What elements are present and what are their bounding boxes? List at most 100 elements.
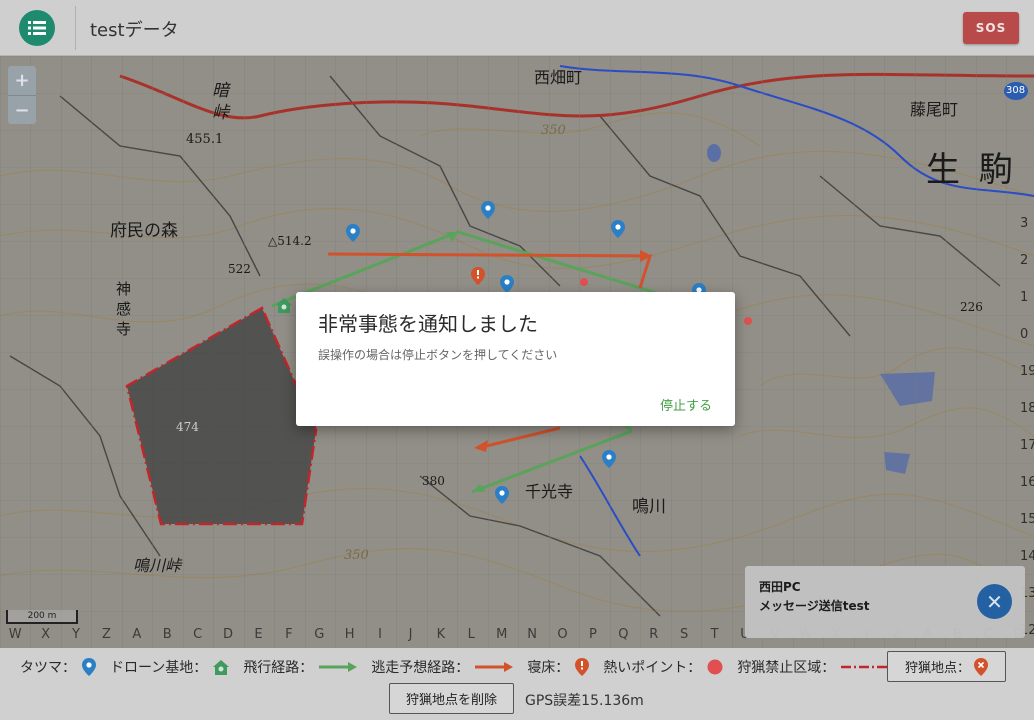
legend-tatsuma-label: タツマ： [20,660,76,676]
grid-row-number: 16 [1020,475,1034,490]
menu-button[interactable] [19,10,55,46]
grid-column-letter: W [8,627,22,642]
hunt-point-marker-icon [974,657,988,676]
legend-escape-route-label: 逃走予想経路： [371,660,470,676]
grid-column-letter: Q [618,627,629,642]
grid-column-letter: D [223,627,234,642]
place-label-jinkan-2: 感 [116,300,132,318]
legend-flight-route: 飛行経路： [243,657,358,677]
grid-row-number: 17 [1020,438,1034,453]
elevation-label: △514.2 [268,234,312,248]
bed-marker-icon [575,658,590,676]
header-divider [75,6,76,50]
elevation-label: 350 [541,123,566,138]
scale-bar: 200 m [6,610,78,624]
grid-column-letter: S [680,627,689,642]
place-label-senkoji: 千光寺 [525,482,574,501]
legend-no-hunting: 狩猟禁止区域： [737,657,894,677]
bed-marker-icon[interactable] [471,267,485,285]
stop-button[interactable]: 停止する [660,395,712,414]
grid-column-letter: L [467,627,475,642]
grid-column-letter: M [496,627,508,642]
grid-column-letter: T [710,627,719,642]
place-label-narukawa-pass: 鳴川峠 [133,556,182,575]
grid-column-letter: J [408,627,413,642]
delete-hunt-point-button[interactable]: 狩猟地点を削除 [389,683,514,714]
elevation-label: 522 [228,262,251,276]
tatsuma-marker-icon[interactable] [602,450,616,468]
legend-bed-label: 寝床： [527,660,570,676]
grid-row-number: 1 [1020,290,1029,305]
route-number-label: 308 [1006,85,1026,96]
tatsuma-marker-icon[interactable] [611,220,625,238]
grid-row-number: 0 [1020,327,1029,342]
legend-hot-point: 熱いポイント： [603,657,723,677]
zoom-control: + − [8,66,36,124]
legend-hot-point-label: 熱いポイント： [603,660,702,676]
tatsuma-marker-icon[interactable] [346,224,360,242]
grid-column-letter: K [436,627,446,642]
grid-row-number: 3 [1020,216,1029,231]
elevation-label: 474 [176,420,199,434]
hunt-point-label: 狩猟地点： [904,661,970,676]
hot-point-icon [707,659,723,675]
grid-column-letter: Z [101,627,111,642]
grid-column-letter: N [527,627,537,642]
app-title: testデータ [90,20,179,41]
grid-row-number: 19 [1020,364,1034,379]
place-label-jinkan-1: 神 [116,280,132,298]
tatsuma-marker-icon[interactable] [481,201,495,219]
elevation-label: 350 [344,548,369,563]
legend-flight-route-label: 飛行経路： [243,660,314,676]
grid-column-letter: Y [72,627,80,642]
zoom-out-button[interactable]: − [8,95,36,124]
notification-sender: 西田PC [759,580,801,594]
place-label-fumin: 府民の森 [110,221,178,241]
hot-point-marker[interactable] [744,317,752,325]
legend-drone-base-label: ドローン基地： [110,660,208,676]
grid-column-letter: G [314,627,325,642]
notification-message: メッセージ送信test [759,599,870,613]
legend-row: タツマ： ドローン基地： 飛行経路： 逃走予想経路： 寝床： 熱いポイント： 狩… [20,654,894,680]
grid-column-letter: O [557,627,568,642]
grid-column-letter: E [254,627,263,642]
grid-column-letter: C [193,627,203,642]
elevation-label: 380 [422,474,445,488]
dialog-title: 非常事態を通知しました [318,312,538,336]
drone-base-icon [213,659,230,675]
close-x-icon[interactable]: ✕ [977,584,1012,619]
place-label-jinkan-3: 寺 [116,320,132,338]
sos-button[interactable]: SOS [963,12,1019,44]
tatsuma-marker-icon[interactable] [495,486,509,504]
tatsuma-marker-icon [82,658,96,676]
place-label-ikoma: 生 駒 [926,150,1017,190]
map-legend: タツマ： ドローン基地： 飛行経路： 逃走予想経路： 寝床： 熱いポイント： 狩… [0,648,1034,720]
grid-column-letter: B [162,627,172,642]
grid-row-number: 15 [1020,512,1034,527]
list-menu-icon [28,21,46,35]
elevation-label: 455.1 [186,132,224,147]
hunt-point-button[interactable]: 狩猟地点： [887,651,1006,682]
grid-column-letter: X [41,627,51,642]
grid-column-letter: F [285,627,293,642]
grid-column-letter: R [649,627,659,642]
legend-drone-base: ドローン基地： [110,657,230,677]
tatsuma-marker-icon[interactable] [500,275,514,293]
legend-bed: 寝床： [527,657,590,677]
hot-point-marker[interactable] [580,278,588,286]
dash-dot-line-icon [841,665,894,669]
gps-error-text: GPS誤差15.136m [525,693,644,709]
orange-arrow-icon [475,662,514,672]
green-arrow-icon [319,662,358,672]
elevation-label: 226 [960,300,983,314]
zoom-in-button[interactable]: + [8,66,36,95]
grid-row-number: 2 [1020,253,1029,268]
emergency-dialog: 非常事態を通知しました 誤操作の場合は停止ボタンを押してください 停止する [296,292,735,426]
legend-tatsuma: タツマ： [20,657,96,677]
grid-column-letter: H [344,627,355,642]
place-label-nishihata: 西畑町 [534,68,583,87]
drone-base-icon[interactable] [276,298,292,313]
grid-row-number: 18 [1020,401,1034,416]
grid-column-letter: P [589,627,597,642]
place-label-kurai-2: 峠 [212,103,229,123]
